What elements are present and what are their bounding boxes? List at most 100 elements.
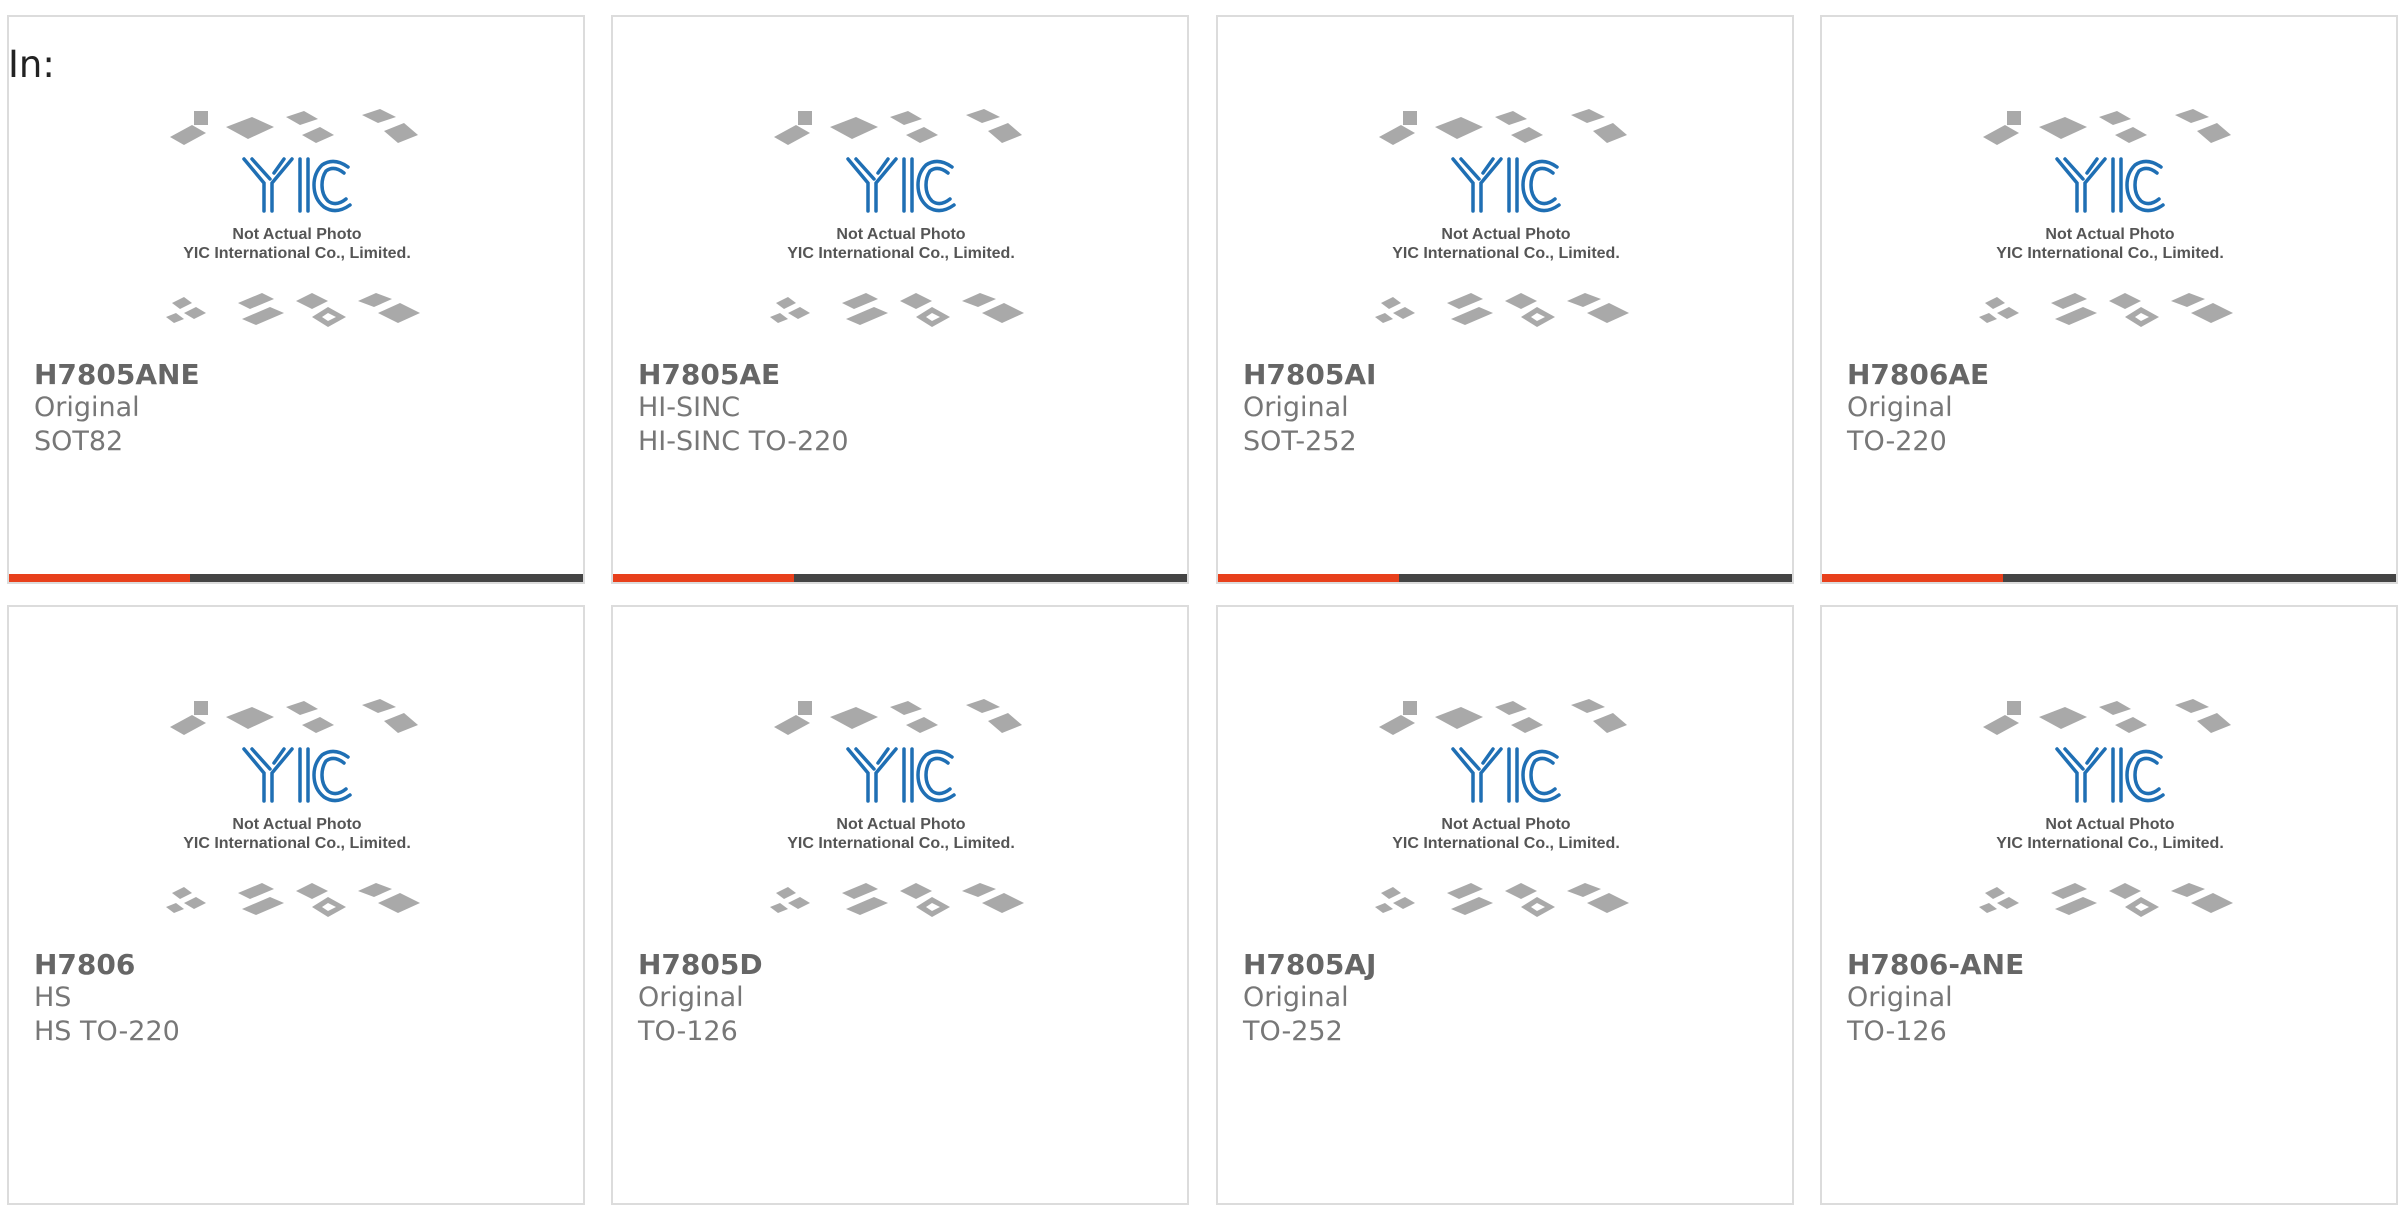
- chip-icon: [172, 887, 192, 899]
- chip-icon: [2171, 293, 2205, 307]
- product-image[interactable]: Not Actual Photo YIC International Co., …: [1975, 697, 2245, 937]
- chip-icon: [2007, 701, 2021, 715]
- chip-icon: [1511, 717, 1543, 733]
- chip-icon: [890, 111, 922, 125]
- chip-icon: [774, 715, 810, 735]
- chip-icon: [846, 307, 888, 325]
- chip-icon: [776, 887, 796, 899]
- chip-icon: [1985, 297, 2005, 309]
- chip-icon: [900, 293, 932, 309]
- chip-icon: [1505, 293, 1537, 309]
- company-name-text: YIC International Co., Limited.: [1392, 245, 1620, 262]
- yic-logo-icon: [2055, 157, 2165, 213]
- company-name-text: YIC International Co., Limited.: [787, 835, 1015, 852]
- product-card[interactable]: Not Actual Photo YIC International Co., …: [1216, 15, 1794, 584]
- chip-icon: [2171, 883, 2205, 897]
- chip-icon: [1511, 127, 1543, 143]
- chip-icon: [788, 897, 810, 909]
- chip-icon: [170, 715, 206, 735]
- company-name-text: YIC International Co., Limited.: [1392, 835, 1620, 852]
- chip-icon: [770, 313, 788, 323]
- hover-bar: [1822, 574, 2396, 582]
- part-number[interactable]: H7805AJ: [1243, 948, 1376, 981]
- part-number[interactable]: H7805ANE: [34, 358, 200, 391]
- chip-icon: [242, 897, 284, 915]
- part-number[interactable]: H7806: [34, 948, 135, 981]
- not-actual-photo-text: Not Actual Photo: [232, 226, 361, 243]
- not-actual-photo-text: Not Actual Photo: [836, 816, 965, 833]
- product-card[interactable]: Not Actual Photo YIC International Co., …: [611, 605, 1189, 1205]
- chip-icon: [962, 293, 996, 307]
- chip-icon: [1403, 111, 1417, 125]
- brand: Original: [638, 982, 744, 1013]
- chip-icon: [988, 713, 1022, 733]
- product-image[interactable]: Not Actual Photo YIC International Co., …: [1371, 697, 1641, 937]
- hover-bar: [1218, 574, 1792, 582]
- not-actual-photo-text: Not Actual Photo: [1441, 816, 1570, 833]
- product-image[interactable]: Not Actual Photo YIC International Co., …: [766, 697, 1036, 937]
- yic-logo-icon: [242, 157, 352, 213]
- chip-icon: [226, 707, 274, 729]
- product-card[interactable]: Not Actual Photo YIC International Co., …: [1216, 605, 1794, 1205]
- company-name-text: YIC International Co., Limited.: [1996, 835, 2224, 852]
- chip-icon: [2007, 111, 2021, 125]
- chip-icon: [1983, 715, 2019, 735]
- not-actual-photo-text: Not Actual Photo: [1441, 226, 1570, 243]
- part-number[interactable]: H7806-ANE: [1847, 948, 2024, 981]
- not-actual-photo-text: Not Actual Photo: [2045, 816, 2174, 833]
- yic-logo-icon: [1451, 747, 1561, 803]
- chip-icon: [1379, 125, 1415, 145]
- company-name-text: YIC International Co., Limited.: [1996, 245, 2224, 262]
- product-image[interactable]: Not Actual Photo YIC International Co., …: [1975, 107, 2245, 347]
- product-image[interactable]: Not Actual Photo YIC International Co., …: [162, 107, 432, 347]
- chip-icon: [906, 717, 938, 733]
- product-card[interactable]: Not Actual Photo YIC International Co., …: [7, 605, 585, 1205]
- chip-icon: [900, 883, 932, 899]
- product-card[interactable]: Not Actual Photo YIC International Co., …: [7, 15, 585, 584]
- chip-icon: [788, 307, 810, 319]
- chip-icon: [1985, 887, 2005, 899]
- chip-icon: [1495, 111, 1527, 125]
- chip-icon: [1997, 897, 2019, 909]
- chip-icon: [1447, 883, 1483, 899]
- chip-icon: [2051, 883, 2087, 899]
- product-card[interactable]: Not Actual Photo YIC International Co., …: [1820, 605, 2398, 1205]
- brand: Original: [1243, 982, 1349, 1013]
- chip-icon: [1393, 897, 1415, 909]
- not-actual-photo-text: Not Actual Photo: [2045, 226, 2174, 243]
- chip-icon: [1495, 701, 1527, 715]
- part-number[interactable]: H7805D: [638, 948, 763, 981]
- package: SOT-252: [1243, 426, 1357, 457]
- brand: HS: [34, 982, 72, 1013]
- chip-icon: [2055, 897, 2097, 915]
- package: TO-252: [1243, 1016, 1343, 1047]
- chip-icon: [2115, 127, 2147, 143]
- part-number[interactable]: H7805AI: [1243, 358, 1376, 391]
- chip-icon: [988, 123, 1022, 143]
- chip-icon: [2055, 307, 2097, 325]
- chip-icon: [1593, 123, 1627, 143]
- part-number[interactable]: H7806AE: [1847, 358, 1989, 391]
- package: TO-126: [1847, 1016, 1947, 1047]
- chip-icon: [1381, 887, 1401, 899]
- product-image[interactable]: Not Actual Photo YIC International Co., …: [766, 107, 1036, 347]
- chip-icon: [1593, 713, 1627, 733]
- part-number[interactable]: H7805AE: [638, 358, 780, 391]
- chip-icon: [1451, 307, 1493, 325]
- package: SOT82: [34, 426, 124, 457]
- chip-icon: [1393, 307, 1415, 319]
- product-image[interactable]: Not Actual Photo YIC International Co., …: [162, 697, 432, 937]
- yic-logo-icon: [242, 747, 352, 803]
- not-actual-photo-text: Not Actual Photo: [836, 226, 965, 243]
- chip-icon: [1587, 303, 1629, 323]
- chip-icon: [2099, 701, 2131, 715]
- chip-icon: [2175, 109, 2209, 123]
- chip-icon: [2109, 883, 2141, 899]
- product-image[interactable]: Not Actual Photo YIC International Co., …: [1371, 107, 1641, 347]
- chip-icon: [2197, 123, 2231, 143]
- product-card[interactable]: Not Actual Photo YIC International Co., …: [1820, 15, 2398, 584]
- chip-icon: [906, 127, 938, 143]
- product-card[interactable]: Not Actual Photo YIC International Co., …: [611, 15, 1189, 584]
- chip-icon: [2109, 293, 2141, 309]
- package: HI-SINC TO-220: [638, 426, 849, 457]
